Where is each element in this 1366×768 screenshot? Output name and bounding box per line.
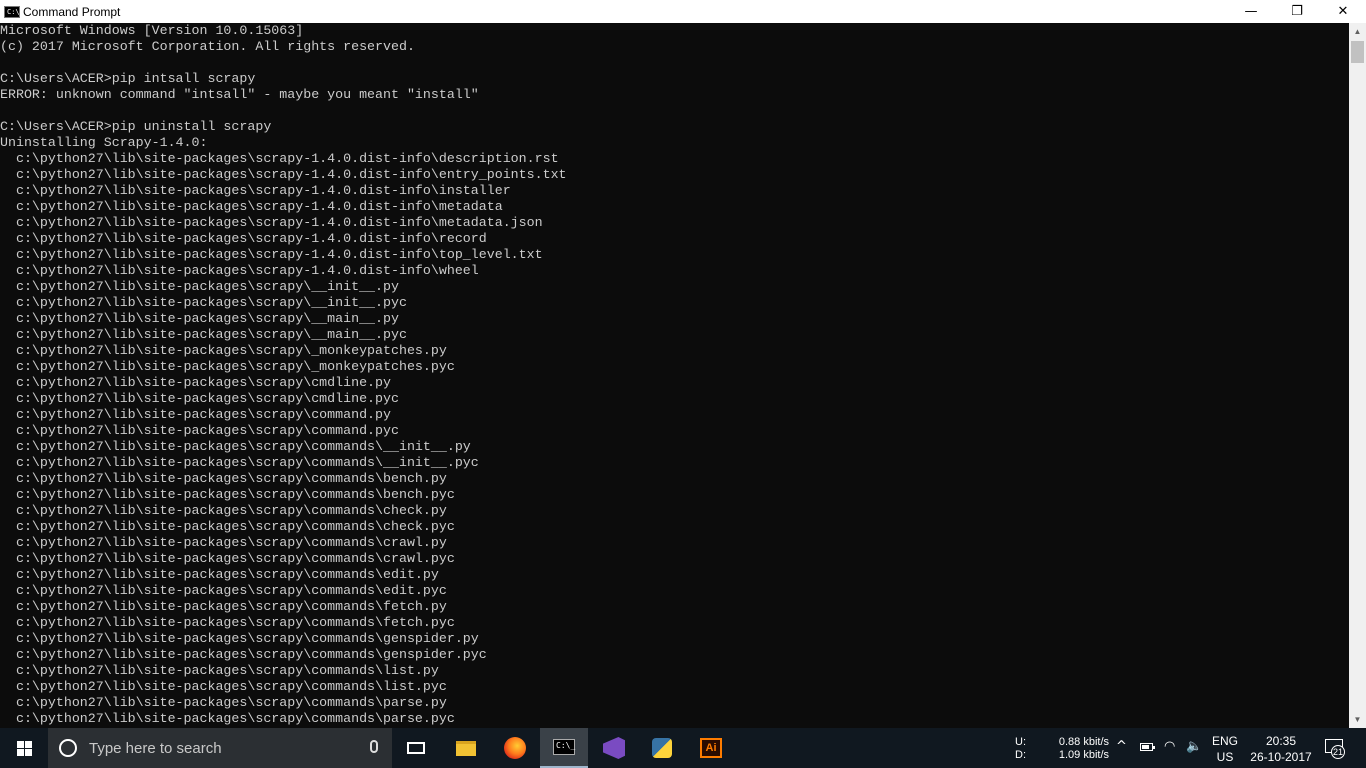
console-output[interactable]: Microsoft Windows [Version 10.0.15063] (c… — [0, 23, 1349, 728]
console-line: c:\python27\lib\site-packages\scrapy\com… — [0, 503, 447, 518]
visual-studio-icon — [603, 737, 625, 759]
console-line: c:\python27\lib\site-packages\scrapy\cmd… — [0, 391, 399, 406]
console-line: c:\python27\lib\site-packages\scrapy-1.4… — [0, 215, 543, 230]
upload-speed: 0.88 kbit/s — [1058, 736, 1109, 748]
console-line: c:\python27\lib\site-packages\scrapy\com… — [0, 519, 455, 534]
clock[interactable]: 20:35 26-10-2017 — [1245, 733, 1317, 765]
console-line: c:\python27\lib\site-packages\scrapy\com… — [0, 487, 455, 502]
console-line: c:\python27\lib\site-packages\scrapy\com… — [0, 695, 447, 710]
console-line: ERROR: unknown command "intsall" - maybe… — [0, 87, 479, 102]
language-region: US — [1216, 750, 1234, 764]
command-prompt-taskbar-button[interactable]: C:\_ — [540, 728, 588, 768]
console-line: c:\python27\lib\site-packages\scrapy-1.4… — [0, 199, 503, 214]
file-explorer-button[interactable] — [442, 728, 490, 768]
console-line: c:\python27\lib\site-packages\scrapy\com… — [0, 535, 447, 550]
cortana-icon — [59, 739, 77, 757]
console-line: c:\python27\lib\site-packages\scrapy\com… — [0, 407, 391, 422]
scroll-down-arrow-icon[interactable]: ▼ — [1349, 711, 1366, 728]
console-line: c:\python27\lib\site-packages\scrapy-1.4… — [0, 231, 487, 246]
minimize-button[interactable]: — — [1228, 0, 1274, 23]
console-line: c:\python27\lib\site-packages\scrapy\com… — [0, 439, 471, 454]
console-line: c:\python27\lib\site-packages\scrapy\__m… — [0, 327, 407, 342]
console-line: c:\python27\lib\site-packages\scrapy\__i… — [0, 295, 407, 310]
console-line: c:\python27\lib\site-packages\scrapy-1.4… — [0, 151, 559, 166]
console-line: C:\Users\ACER>pip intsall scrapy — [0, 71, 256, 86]
console-line: c:\python27\lib\site-packages\scrapy\com… — [0, 631, 479, 646]
task-view-button[interactable] — [392, 728, 440, 768]
search-placeholder: Type here to search — [89, 739, 222, 757]
taskbar: Type here to search C:\_ Ai U: D: 0.88 k… — [0, 728, 1366, 768]
download-label: D: — [1015, 749, 1026, 761]
upload-label: U: — [1015, 736, 1026, 748]
maximize-button[interactable]: ❐ — [1274, 0, 1320, 23]
wifi-icon[interactable]: ◠ — [1164, 739, 1175, 754]
network-meter-values[interactable]: 0.88 kbit/s 1.09 kbit/s — [1052, 736, 1109, 762]
console-line: c:\python27\lib\site-packages\scrapy-1.4… — [0, 247, 543, 262]
console-line: c:\python27\lib\site-packages\scrapy-1.4… — [0, 167, 567, 182]
windows-logo-icon — [16, 740, 32, 756]
search-box[interactable]: Type here to search — [48, 728, 392, 768]
console-line: (c) 2017 Microsoft Corporation. All righ… — [0, 39, 415, 54]
console-line: c:\python27\lib\site-packages\scrapy\com… — [0, 583, 447, 598]
console-line: c:\python27\lib\site-packages\scrapy\com… — [0, 679, 447, 694]
microphone-icon[interactable] — [370, 740, 378, 753]
console-line: c:\python27\lib\site-packages\scrapy\com… — [0, 711, 455, 726]
app-icon-text: C:\_ — [7, 7, 24, 16]
window-title: Command Prompt — [23, 4, 121, 19]
notification-count-badge: 21 — [1331, 745, 1345, 759]
scroll-up-arrow-icon[interactable]: ▲ — [1349, 23, 1366, 40]
console-line: c:\python27\lib\site-packages\scrapy\com… — [0, 663, 439, 678]
command-prompt-app-icon[interactable]: C:\_ — [4, 5, 24, 18]
language-code: ENG — [1212, 734, 1239, 748]
task-view-icon — [407, 742, 425, 754]
console-lines: Microsoft Windows [Version 10.0.15063] (c… — [0, 23, 1349, 727]
command-prompt-icon: C:\_ — [553, 739, 575, 755]
console-line: c:\python27\lib\site-packages\scrapy\com… — [0, 647, 487, 662]
console-line: Uninstalling Scrapy-1.4.0: — [0, 135, 208, 150]
network-meter-labels: U: D: — [1015, 736, 1026, 762]
console-line: C:\Users\ACER>pip uninstall scrapy — [0, 119, 272, 134]
firefox-button[interactable] — [491, 728, 539, 768]
illustrator-icon: Ai — [700, 738, 722, 758]
console-line: c:\python27\lib\site-packages\scrapy\_mo… — [0, 343, 447, 358]
clock-date: 26-10-2017 — [1250, 750, 1312, 764]
console-line: c:\python27\lib\site-packages\scrapy\com… — [0, 599, 447, 614]
clock-time: 20:35 — [1265, 734, 1297, 748]
python-icon — [652, 738, 672, 758]
file-explorer-icon — [456, 740, 476, 756]
close-button[interactable]: ✕ — [1320, 0, 1366, 23]
visual-studio-button[interactable] — [590, 728, 638, 768]
console-line: c:\python27\lib\site-packages\scrapy\com… — [0, 471, 447, 486]
console-line: c:\python27\lib\site-packages\scrapy\__i… — [0, 279, 399, 294]
console-line: c:\python27\lib\site-packages\scrapy\com… — [0, 423, 399, 438]
volume-icon[interactable]: 🔈 — [1186, 739, 1202, 754]
scroll-thumb[interactable] — [1351, 41, 1364, 63]
illustrator-button[interactable]: Ai — [687, 728, 735, 768]
console-line: c:\python27\lib\site-packages\scrapy\_mo… — [0, 359, 455, 374]
console-line: c:\python27\lib\site-packages\scrapy\__m… — [0, 311, 399, 326]
battery-icon[interactable] — [1140, 743, 1155, 751]
python-button[interactable] — [638, 728, 686, 768]
console-line: Microsoft Windows [Version 10.0.15063] — [0, 23, 304, 38]
download-speed: 1.09 kbit/s — [1058, 749, 1109, 761]
console-line: c:\python27\lib\site-packages\scrapy\com… — [0, 455, 479, 470]
window-controls: — ❐ ✕ — [1228, 0, 1366, 23]
console-line: c:\python27\lib\site-packages\scrapy-1.4… — [0, 263, 479, 278]
title-bar[interactable]: C:\_ Command Prompt — ❐ ✕ — [0, 0, 1366, 23]
firefox-icon — [504, 737, 526, 759]
console-line: c:\python27\lib\site-packages\scrapy\cmd… — [0, 375, 391, 390]
console-line: c:\python27\lib\site-packages\scrapy\com… — [0, 615, 455, 630]
input-language[interactable]: ENG US — [1212, 733, 1238, 765]
console-line: c:\python27\lib\site-packages\scrapy\com… — [0, 551, 455, 566]
start-button[interactable] — [0, 728, 48, 768]
console-line: c:\python27\lib\site-packages\scrapy-1.4… — [0, 183, 511, 198]
show-hidden-icons-chevron-icon[interactable]: ^ — [1116, 739, 1127, 754]
console-line: c:\python27\lib\site-packages\scrapy\com… — [0, 567, 439, 582]
vertical-scrollbar[interactable]: ▲ ▼ — [1349, 23, 1366, 728]
